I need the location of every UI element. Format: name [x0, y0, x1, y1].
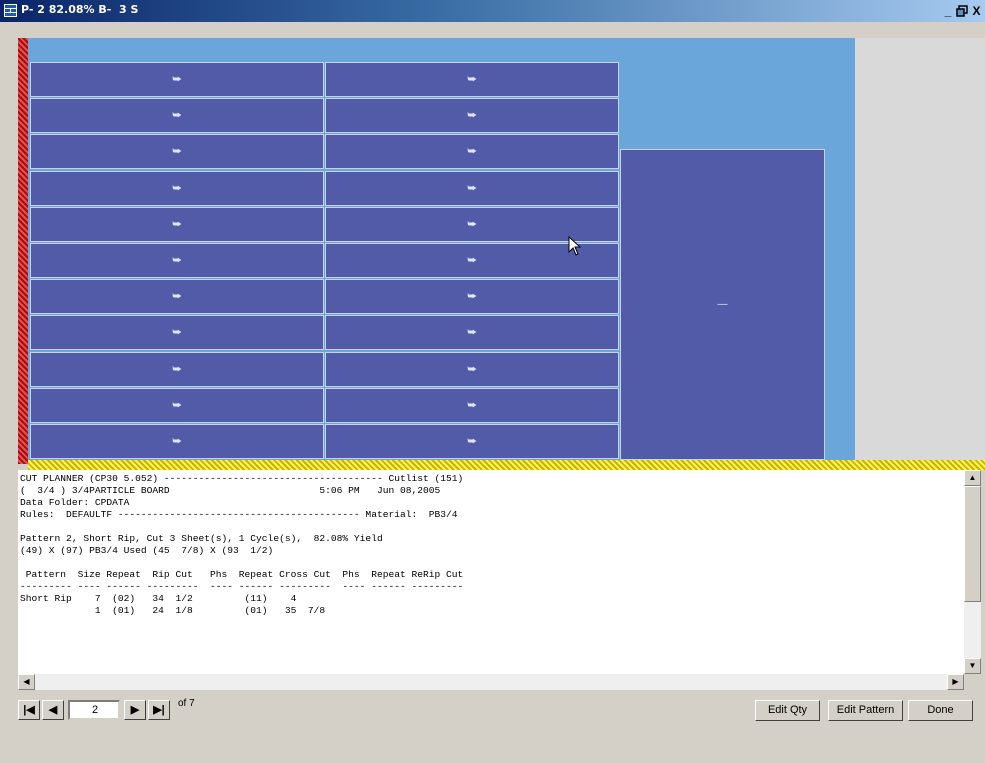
layout-piece[interactable]: ⮩: [30, 387, 324, 423]
piece-marker: ⮩: [467, 436, 477, 447]
layout-piece[interactable]: ⮩: [30, 98, 324, 134]
close-button[interactable]: X: [970, 3, 983, 19]
scroll-up-button[interactable]: ▲: [964, 470, 981, 486]
window-title: P- 2 82.08% B- 3 S: [21, 3, 139, 16]
piece-marker: ⮩: [467, 146, 477, 158]
layout-piece[interactable]: ⮩: [325, 315, 619, 351]
piece-marker: ⮩: [467, 255, 477, 266]
layout-piece[interactable]: ⮩: [30, 206, 324, 242]
piece-marker: ⮩: [172, 182, 182, 194]
layout-piece[interactable]: ⮩: [325, 134, 619, 170]
kerf-strip-horizontal: [28, 460, 985, 470]
layout-piece[interactable]: ⮩: [325, 62, 619, 97]
layout-piece[interactable]: ⮩: [30, 279, 324, 315]
horizontal-scrollbar[interactable]: ◀ ▶: [18, 674, 964, 690]
layout-piece[interactable]: ⮩: [325, 351, 619, 387]
app-icon: [4, 4, 17, 17]
minimize-button[interactable]: _: [942, 3, 954, 19]
scroll-right-button[interactable]: ▶: [947, 674, 964, 690]
piece-marker: ⮩: [467, 182, 477, 194]
layout-piece[interactable]: ⮩: [30, 134, 324, 170]
prev-page-button[interactable]: ◀: [42, 700, 64, 720]
layout-piece[interactable]: ⮩: [325, 98, 619, 134]
last-page-button[interactable]: ▶|: [148, 700, 170, 720]
piece-marker: ⮩: [172, 291, 182, 303]
layout-piece[interactable]: ⮩: [325, 279, 619, 315]
kerf-strip-vertical: [18, 38, 28, 464]
piece-marker: ⮩: [467, 363, 477, 375]
piece-marker: ⮩: [172, 74, 182, 85]
restore-button[interactable]: [955, 3, 969, 19]
layout-piece[interactable]: ⮩: [325, 170, 619, 206]
piece-marker: ⮩: [172, 218, 182, 230]
piece-marker: ⮩: [172, 399, 182, 411]
layout-piece[interactable]: ⮩: [30, 170, 324, 206]
piece-marker: ⮩: [172, 146, 182, 158]
page-count-label: of 7: [178, 698, 195, 709]
scroll-left-button[interactable]: ◀: [18, 674, 35, 690]
edit-qty-button[interactable]: Edit Qty: [755, 700, 820, 721]
layout-piece-large[interactable]: —: [620, 149, 825, 460]
edit-pattern-button[interactable]: Edit Pattern: [828, 700, 903, 721]
vertical-scroll-thumb[interactable]: [964, 486, 981, 602]
mouse-cursor-icon: [568, 236, 582, 256]
piece-marker: ⮩: [172, 255, 182, 266]
next-page-button[interactable]: ▶: [124, 700, 146, 720]
layout-piece[interactable]: ⮩: [30, 243, 324, 278]
status-bar: [8, 733, 977, 759]
vertical-scrollbar[interactable]: ▲ ▼: [964, 470, 981, 674]
piece-marker: ⮩: [467, 327, 477, 339]
scroll-down-button[interactable]: ▼: [964, 658, 981, 674]
layout-margin-area: [855, 38, 985, 464]
restore-icon: [956, 5, 968, 17]
layout-piece[interactable]: ⮩: [30, 315, 324, 351]
layout-piece[interactable]: ⮩: [30, 351, 324, 387]
done-button[interactable]: Done: [908, 700, 973, 721]
piece-marker: ⮩: [467, 218, 477, 230]
piece-marker: ⮩: [467, 291, 477, 303]
scrollbar-corner: [964, 674, 981, 690]
piece-marker: —: [717, 299, 728, 310]
piece-marker: ⮩: [467, 399, 477, 411]
layout-piece[interactable]: ⮩: [325, 387, 619, 423]
piece-marker: ⮩: [467, 110, 477, 122]
layout-piece[interactable]: ⮩: [30, 424, 324, 459]
first-page-button[interactable]: |◀: [18, 700, 40, 720]
page-number-input[interactable]: 2: [68, 700, 120, 720]
piece-marker: ⮩: [172, 436, 182, 447]
report-text: CUT PLANNER (CP30 5.052) ---------------…: [20, 473, 464, 616]
piece-marker: ⮩: [172, 110, 182, 122]
piece-marker: ⮩: [172, 363, 182, 375]
title-bar: P- 2 82.08% B- 3 S _ X: [0, 0, 985, 22]
piece-marker: ⮩: [172, 327, 182, 339]
report-text-area[interactable]: CUT PLANNER (CP30 5.052) ---------------…: [18, 470, 964, 674]
layout-piece[interactable]: ⮩: [30, 62, 324, 97]
piece-marker: ⮩: [467, 74, 477, 85]
layout-piece[interactable]: ⮩: [325, 424, 619, 459]
